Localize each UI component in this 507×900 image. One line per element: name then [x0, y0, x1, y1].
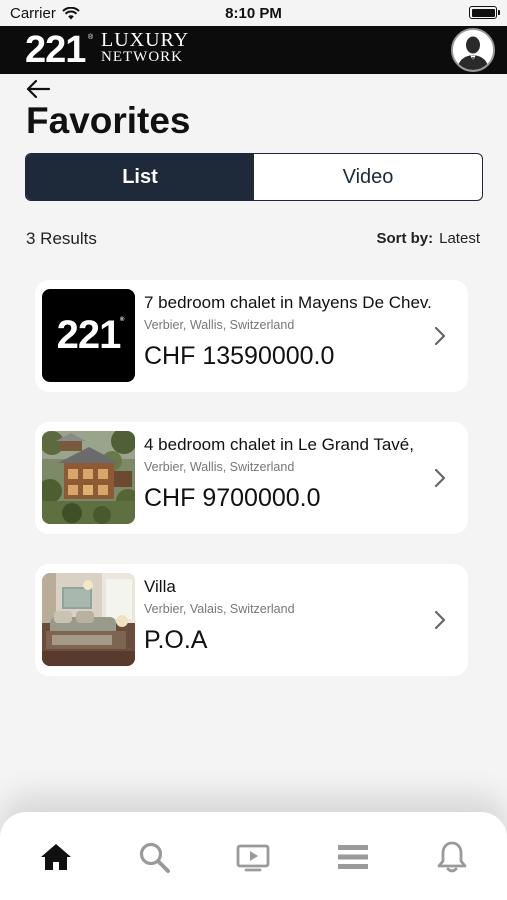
page-title: Favorites [26, 100, 191, 141]
search-icon [139, 842, 170, 873]
brand-registered-mark: ® [88, 34, 94, 41]
chevron-right-icon[interactable] [434, 610, 446, 630]
listing-thumbnail: 221 ® [42, 289, 135, 382]
bedroom-photo [42, 573, 135, 666]
status-time: 8:10 PM [225, 5, 282, 22]
home-icon [41, 844, 71, 870]
sort-label: Sort by: [376, 230, 434, 247]
brand-line-2: NETWORK [101, 49, 183, 65]
listing-card[interactable]: 4 bedroom chalet in Le Grand Tavé, Verbi… [35, 422, 468, 534]
tab-video[interactable]: Video [254, 154, 482, 200]
bell-icon [437, 841, 467, 873]
tab-notifications[interactable] [434, 839, 470, 875]
brand-bar: 221 ® LUXURY NETWORK [0, 26, 507, 74]
battery-icon [469, 6, 500, 19]
listing-card[interactable]: 221 ® 7 bedroom chalet in Mayens De Chev.… [35, 280, 468, 392]
chevron-right-icon[interactable] [434, 326, 446, 346]
menu-icon [338, 845, 368, 869]
thumbnail-logo-number: 221 [56, 313, 122, 357]
listing-price: CHF 13590000.0 [144, 342, 335, 370]
listing-thumbnail [42, 431, 135, 524]
tab-video[interactable] [235, 839, 271, 875]
chalet-photo [42, 431, 135, 524]
back-button[interactable] [24, 78, 52, 100]
tab-menu[interactable] [335, 839, 371, 875]
profile-avatar[interactable] [451, 28, 495, 72]
listing-location: Verbier, Wallis, Switzerland [144, 460, 295, 474]
listing-location: Verbier, Valais, Switzerland [144, 602, 295, 616]
listing-card[interactable]: Villa Verbier, Valais, Switzerland P.O.A [35, 564, 468, 676]
tab-search[interactable] [136, 839, 172, 875]
listing-location: Verbier, Wallis, Switzerland [144, 318, 295, 332]
brand-logo-text: LUXURY NETWORK [101, 29, 190, 66]
listing-title: 7 bedroom chalet in Mayens De Chev. [144, 293, 432, 312]
video-icon [236, 844, 270, 872]
bottom-tab-bar [0, 812, 507, 900]
thumbnail-registered-mark: ® [120, 317, 125, 323]
listing-thumbnail [42, 573, 135, 666]
sort-control[interactable]: Sort by: Latest [376, 230, 480, 247]
status-bar: Carrier 8:10 PM [0, 0, 507, 26]
results-count: 3 Results [26, 229, 97, 248]
chevron-right-icon[interactable] [434, 468, 446, 488]
listing-title: Villa [144, 577, 176, 596]
listing-price: CHF 9700000.0 [144, 484, 321, 512]
tab-list[interactable]: List [26, 154, 254, 200]
tab-home[interactable] [38, 839, 74, 875]
listing-title: 4 bedroom chalet in Le Grand Tavé, [144, 435, 414, 454]
user-silhouette-icon [453, 30, 493, 70]
sort-value: Latest [439, 230, 480, 247]
listing-price: P.O.A [144, 626, 208, 654]
brand-line-1: LUXURY [101, 29, 190, 51]
brand-logo-number: 221 [25, 29, 86, 71]
view-toggle: List Video [25, 153, 483, 201]
arrow-left-icon [26, 79, 51, 99]
